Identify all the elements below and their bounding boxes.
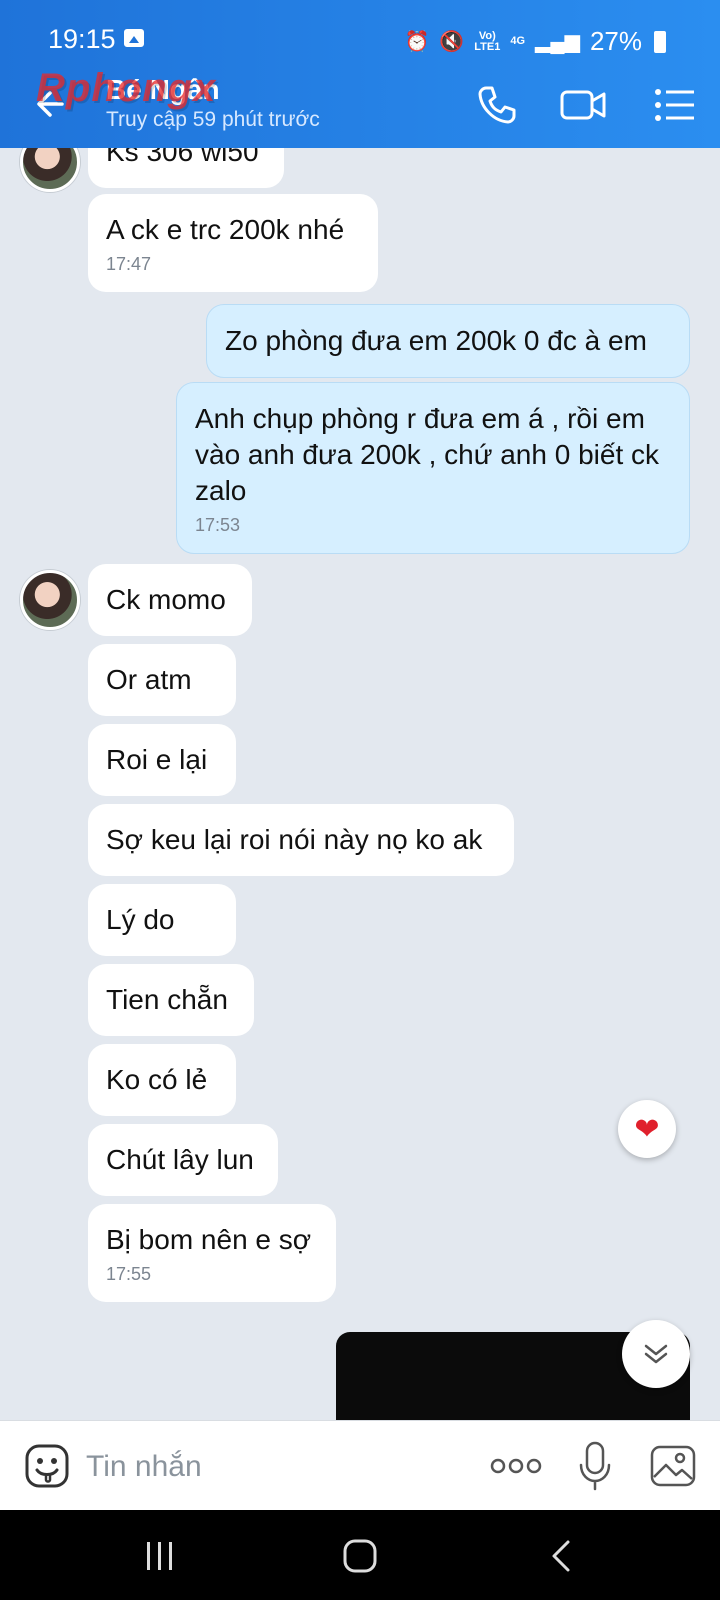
message-text: Sợ keu lại roi nói này nọ ko ak [106, 824, 483, 855]
message-time: 17:53 [195, 515, 241, 535]
message-bubble[interactable]: Ko có lẻ [88, 1044, 236, 1116]
message-text: Roi e lại [106, 744, 208, 775]
mute-icon: 🔇 [439, 30, 465, 53]
scroll-down-button[interactable] [622, 1320, 690, 1388]
message-bubble[interactable]: Chút lây lun [88, 1124, 278, 1196]
message-bubble[interactable]: Or atm [88, 644, 236, 716]
heart-icon: ❤ [634, 1112, 660, 1146]
message-text: Anh chụp phòng r đưa em á , rồi em vào a… [195, 403, 660, 506]
chat-header: Bé Ngân Truy cập 59 phút trước Rphongx [0, 62, 720, 148]
message-time: 17:55 [106, 1264, 152, 1284]
message-text: Ck momo [106, 584, 226, 615]
status-time: 19:15 [48, 24, 116, 54]
message-text: Tien chẵn [106, 984, 228, 1015]
status-indicators: ⏰ 🔇 Vo) LTE1 4G ▂▄▆ 27% [404, 26, 666, 57]
battery-icon [654, 30, 666, 53]
message-bubble[interactable]: Bị bom nên e sợ 17:55 [88, 1204, 336, 1302]
message-bubble[interactable]: Ck momo [88, 564, 252, 636]
message-bubble[interactable]: Lý do [88, 884, 236, 956]
system-nav-bar [0, 1510, 720, 1600]
message-text: A ck e trc 200k nhé [106, 214, 345, 245]
sticker-icon[interactable] [24, 1443, 70, 1489]
message-bubble[interactable]: Anh chụp phòng r đưa em á , rồi em vào a… [176, 382, 690, 554]
message-text: Or atm [106, 664, 192, 695]
data-label: 4G [510, 35, 526, 47]
more-icon[interactable] [490, 1453, 542, 1479]
home-icon[interactable] [342, 1538, 378, 1574]
message-bubble[interactable]: Tien chẵn [88, 964, 254, 1036]
battery-percent: 27% [589, 26, 642, 56]
message-bubble[interactable]: Zo phòng đưa em 200k 0 đc à em [206, 304, 690, 378]
menu-icon[interactable] [652, 82, 698, 128]
message-bubble[interactable]: Ks 306 wl50 [88, 148, 284, 188]
message-input-bar [0, 1420, 720, 1510]
message-text: Ko có lẻ [106, 1064, 208, 1095]
photo-notification-icon [124, 29, 144, 47]
message-text: Zo phòng đưa em 200k 0 đc à em [225, 325, 647, 356]
mic-icon[interactable] [578, 1441, 612, 1491]
call-icon[interactable] [474, 82, 520, 128]
message-bubble[interactable]: Roi e lại [88, 724, 236, 796]
recent-apps-icon[interactable] [144, 1540, 176, 1572]
message-text: Lý do [106, 904, 175, 935]
video-call-icon[interactable] [560, 82, 606, 128]
heart-reaction-button[interactable]: ❤ [618, 1100, 676, 1158]
scroll-down-icon [644, 1344, 668, 1364]
message-text: Chút lây lun [106, 1144, 254, 1175]
network-label: Vo) LTE1 [474, 29, 501, 53]
message-bubble[interactable]: A ck e trc 200k nhé 17:47 [88, 194, 378, 292]
message-time: 17:47 [106, 254, 152, 274]
status-bar: 19:15 ⏰ 🔇 Vo) LTE1 4G ▂▄▆ 27% [0, 0, 720, 62]
message-text: Ks 306 wl50 [106, 148, 259, 167]
signal-icon: ▂▄▆ [535, 30, 580, 53]
gallery-icon[interactable] [650, 1445, 696, 1487]
watermark-logo: Rphongx [36, 66, 217, 110]
contact-avatar[interactable] [20, 570, 80, 630]
nav-back-icon[interactable] [548, 1538, 576, 1574]
alarm-icon: ⏰ [404, 30, 430, 53]
message-text: Bị bom nên e sợ [106, 1224, 312, 1255]
contact-avatar[interactable] [20, 148, 80, 192]
last-seen-status: Truy cập 59 phút trước [106, 108, 320, 131]
message-input[interactable] [86, 1447, 466, 1487]
chat-messages[interactable]: Ks 306 wl50 A ck e trc 200k nhé 17:47 Zo… [0, 148, 720, 1420]
message-bubble[interactable]: Sợ keu lại roi nói này nọ ko ak [88, 804, 514, 876]
